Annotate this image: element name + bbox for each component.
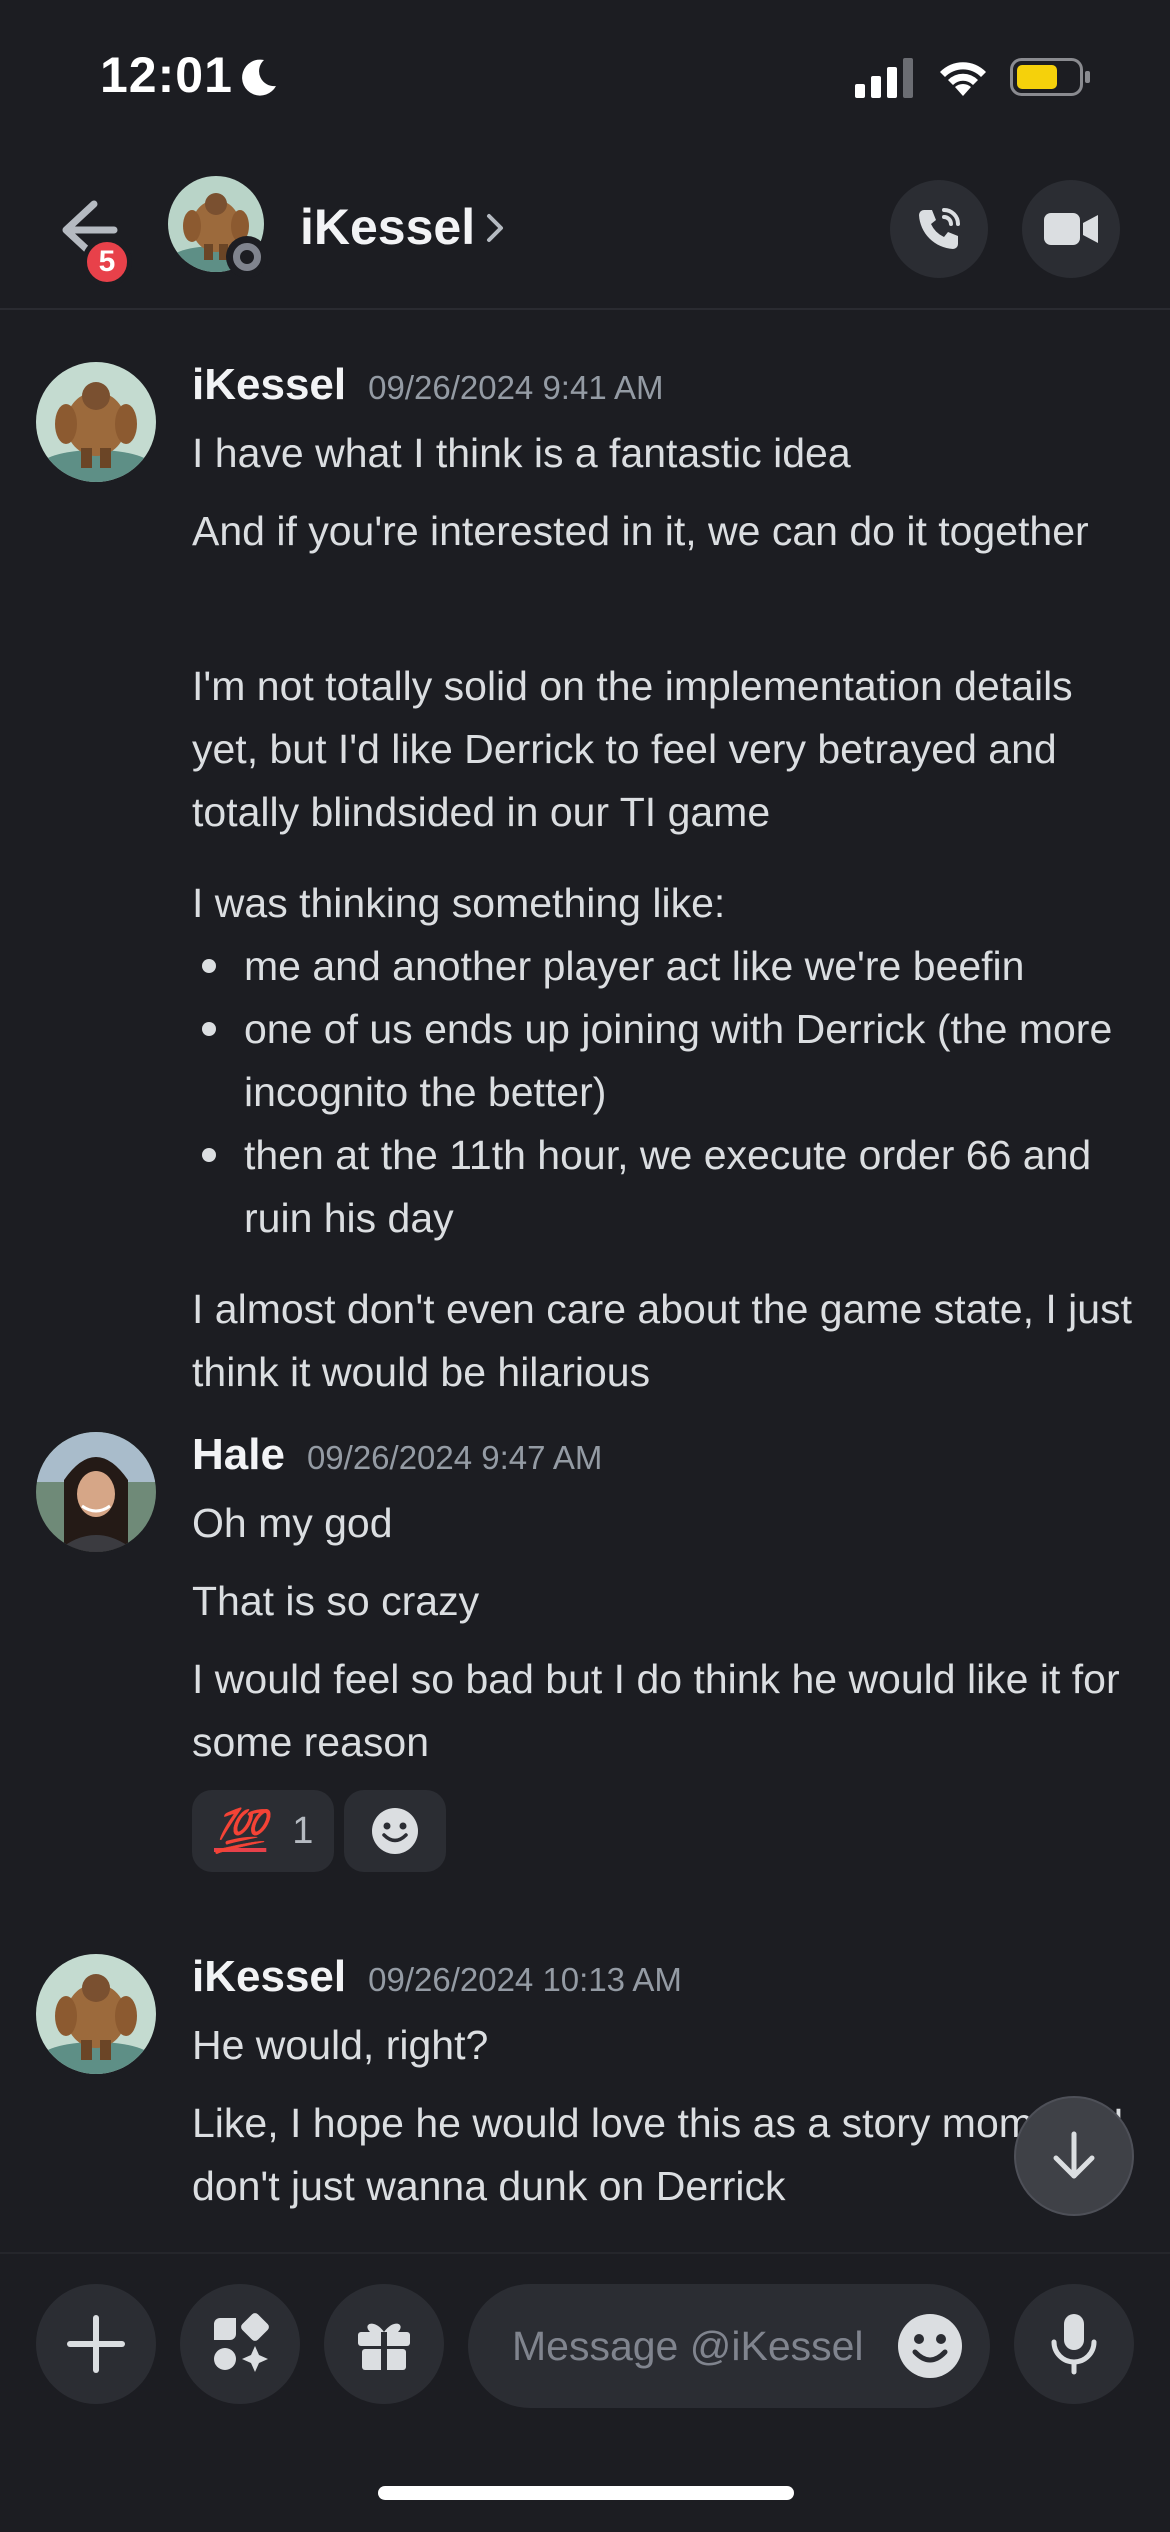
- microphone-icon: [1051, 2314, 1097, 2375]
- message-input[interactable]: [512, 2314, 882, 2378]
- bullet-list: me and another player act like we're bee…: [192, 935, 1132, 1250]
- gift-icon: [358, 2323, 410, 2370]
- unread-badge: 5: [82, 237, 132, 287]
- message-text[interactable]: I was thinking something like: me and an…: [192, 872, 1132, 1250]
- message-input-container: [468, 2284, 990, 2408]
- avatar[interactable]: [36, 1954, 156, 2074]
- video-camera-icon: [1044, 213, 1098, 245]
- hundred-points-icon: 💯: [214, 1806, 267, 1854]
- apps-button[interactable]: [180, 2284, 300, 2404]
- message-text[interactable]: He would, right?: [192, 2014, 1132, 2077]
- emoji-icon: [372, 1808, 418, 1854]
- timestamp: 09/26/2024 9:47 AM: [306, 1439, 603, 1476]
- jump-to-latest-button[interactable]: [1014, 2096, 1134, 2216]
- moon-icon: [242, 59, 276, 96]
- list-item: one of us ends up joining with Derrick (…: [192, 998, 1132, 1124]
- presence-status-icon: [226, 236, 268, 278]
- author-name[interactable]: Hale: [192, 1430, 285, 1479]
- list-item: me and another player act like we're bee…: [192, 935, 1132, 998]
- message-text[interactable]: I'm not totally solid on the implementat…: [192, 655, 1132, 844]
- reaction-count: 1: [292, 1809, 314, 1852]
- status-bar: 12:01: [0, 0, 1170, 150]
- voice-call-button[interactable]: [890, 180, 988, 278]
- timestamp: 09/26/2024 10:13 AM: [368, 1961, 682, 1998]
- attach-button[interactable]: [36, 2284, 156, 2404]
- message-text[interactable]: I have what I think is a fantastic idea: [192, 422, 1132, 485]
- status-time: 12:01: [100, 47, 233, 103]
- wifi-icon: [940, 62, 986, 96]
- message-list[interactable]: iKessel 09/26/2024 9:41 AM I have what I …: [0, 312, 1170, 2252]
- message-header: iKessel 09/26/2024 10:13 AM: [192, 1952, 682, 2012]
- message-text[interactable]: I almost don't even care about the game …: [192, 1278, 1132, 1404]
- signal-icon: [855, 58, 913, 98]
- list-item: then at the 11th hour, we execute order …: [192, 1124, 1132, 1250]
- avatar[interactable]: [36, 1432, 156, 1552]
- apps-icon: [214, 2313, 269, 2372]
- channel-name[interactable]: iKessel: [300, 198, 475, 256]
- battery-icon: [1010, 58, 1090, 96]
- timestamp: 09/26/2024 9:41 AM: [368, 369, 664, 406]
- message-text[interactable]: I would feel so bad but I do think he wo…: [192, 1648, 1132, 1774]
- video-call-button[interactable]: [1022, 180, 1120, 278]
- arrow-down-icon: [1053, 2131, 1095, 2179]
- message-text[interactable]: Like, I hope he would love this as a sto…: [192, 2092, 1132, 2218]
- message-line: I was thinking something like:: [192, 880, 726, 926]
- message-header: iKessel 09/26/2024 9:41 AM: [192, 360, 664, 420]
- message-header: Hale 09/26/2024 9:47 AM: [192, 1430, 602, 1490]
- plus-icon: [67, 2315, 125, 2373]
- message-text[interactable]: Oh my god: [192, 1492, 1132, 1555]
- phone-call-icon: [919, 208, 960, 249]
- voice-message-button[interactable]: [1014, 2284, 1134, 2404]
- reaction-hundred[interactable]: 💯 1: [192, 1790, 334, 1872]
- avatar[interactable]: [36, 362, 156, 482]
- author-name[interactable]: iKessel: [192, 360, 346, 409]
- message-text[interactable]: And if you're interested in it, we can d…: [192, 500, 1132, 563]
- home-indicator[interactable]: [378, 2486, 794, 2500]
- author-name[interactable]: iKessel: [192, 1952, 346, 2001]
- dm-header: 5 iKessel: [0, 150, 1170, 310]
- message-text[interactable]: That is so crazy: [192, 1570, 1132, 1633]
- chevron-right-icon[interactable]: [484, 210, 506, 246]
- gift-button[interactable]: [324, 2284, 444, 2404]
- emoji-icon[interactable]: [896, 2312, 964, 2380]
- add-reaction-button[interactable]: [344, 1790, 446, 1872]
